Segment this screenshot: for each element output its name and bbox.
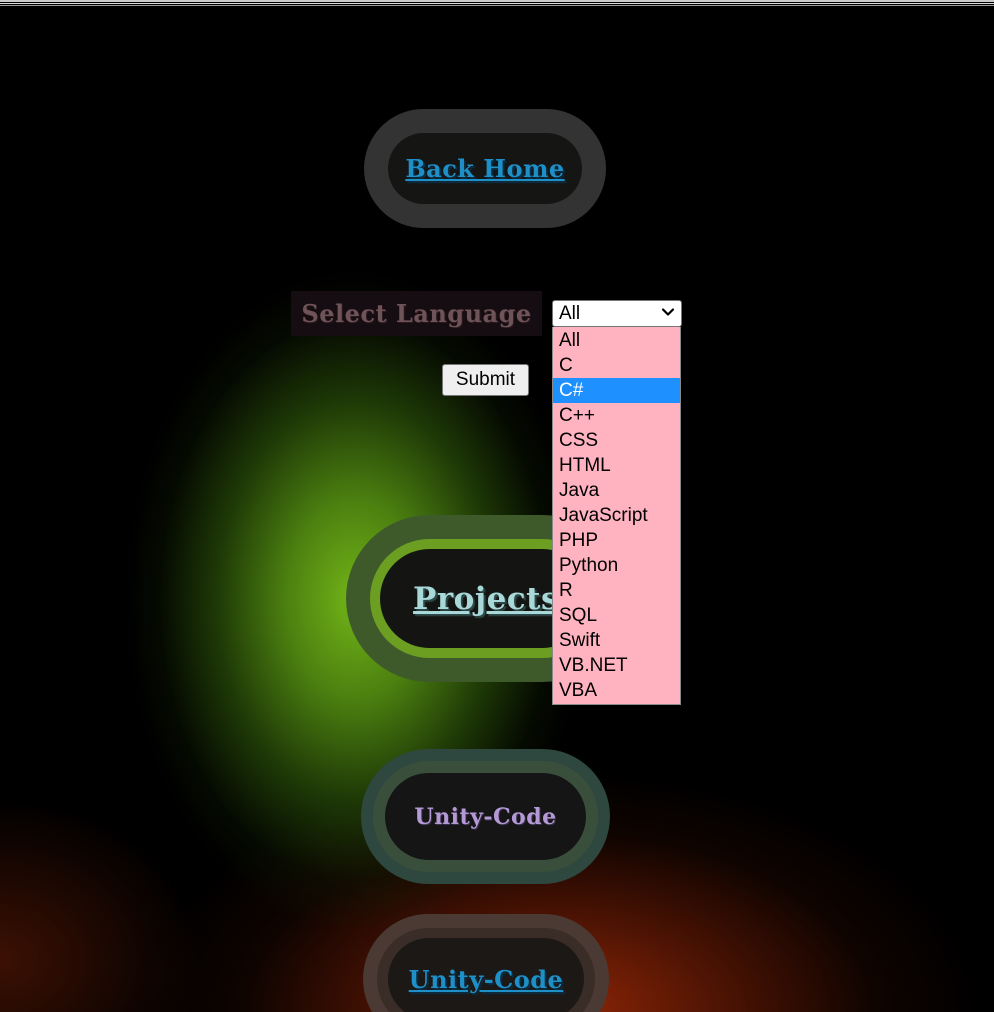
back-home-pill: Back Home (364, 109, 606, 228)
language-select[interactable]: All (552, 300, 682, 327)
dropdown-option[interactable]: SQL (553, 603, 680, 628)
select-language-label-box: Select Language (291, 291, 542, 336)
unity-code-link-pill-middle: Unity-Code (377, 928, 595, 1012)
unity-code-link-pill: Unity-Code (363, 914, 609, 1012)
unity-code-link[interactable]: Unity-Code (409, 965, 564, 994)
dropdown-option[interactable]: Python (553, 553, 680, 578)
dropdown-option[interactable]: Java (553, 478, 680, 503)
projects-link[interactable]: Projects (413, 581, 559, 617)
unity-code-heading-pill: Unity-Code (361, 749, 610, 884)
unity-code-heading-pill-middle: Unity-Code (373, 761, 598, 872)
select-language-label: Select Language (301, 299, 532, 328)
dropdown-option[interactable]: R (553, 578, 680, 603)
dropdown-option[interactable]: All (553, 328, 680, 353)
unity-code-link-pill-inner: Unity-Code (388, 938, 584, 1012)
dropdown-option[interactable]: CSS (553, 428, 680, 453)
dropdown-option[interactable]: C (553, 353, 680, 378)
dropdown-option[interactable]: PHP (553, 528, 680, 553)
dropdown-option[interactable]: JavaScript (553, 503, 680, 528)
submit-button[interactable]: Submit (442, 364, 529, 396)
top-border-rule (0, 0, 994, 6)
dropdown-option[interactable]: Swift (553, 628, 680, 653)
dropdown-option[interactable]: C# (553, 378, 680, 403)
back-home-link[interactable]: Back Home (405, 154, 564, 183)
unity-code-heading: Unity-Code (414, 803, 557, 830)
dropdown-option[interactable]: C++ (553, 403, 680, 428)
language-select-value: All (559, 302, 581, 324)
dropdown-option[interactable]: HTML (553, 453, 680, 478)
dropdown-option[interactable]: VBA (553, 678, 680, 703)
dropdown-option[interactable]: VB.NET (553, 653, 680, 678)
unity-code-heading-pill-inner: Unity-Code (385, 773, 586, 860)
language-dropdown-list: All C C# C++ CSS HTML Java JavaScript PHP Python R… (552, 327, 681, 705)
back-home-pill-inner: Back Home (388, 133, 582, 204)
chevron-down-icon (661, 308, 675, 316)
